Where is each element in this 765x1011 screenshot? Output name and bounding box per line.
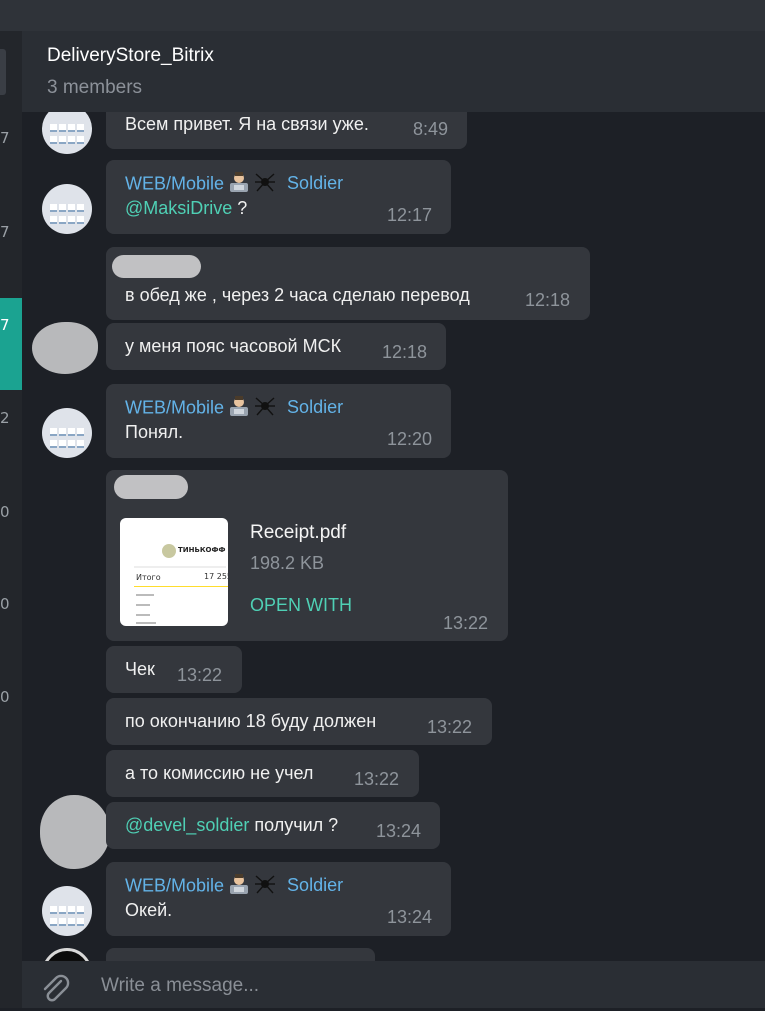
sidebar-unread-count: 7 <box>0 223 9 241</box>
sender-name-part: Soldier <box>287 875 344 896</box>
avatar[interactable] <box>42 886 92 936</box>
technologist-emoji-icon <box>228 172 250 197</box>
sidebar-chat-item-active[interactable] <box>0 298 22 390</box>
file-message-bubble[interactable]: ТИНЬКОФФ Итого 17 255 Receipt.pdf 198.2 … <box>106 470 508 641</box>
redacted-sender-name <box>114 475 188 499</box>
technologist-emoji-icon <box>228 874 250 899</box>
chat-members-count: 3 members <box>47 77 143 98</box>
sender-name-part: WEB/Mobile <box>125 173 225 194</box>
avatar[interactable] <box>42 184 92 234</box>
message-bubble[interactable]: по окончанию 18 буду должен 13:22 <box>106 698 492 745</box>
message-text: @MaksiDrive ? <box>125 198 248 218</box>
message-list[interactable]: Всем привет. Я на связи уже. 8:49 WEB/Mo… <box>22 112 765 961</box>
sender-name-part: WEB/Mobile <box>125 875 225 896</box>
avatar[interactable] <box>32 322 98 374</box>
message-time: 13:22 <box>354 769 400 789</box>
message-text: Окей. <box>125 900 173 920</box>
message-bubble[interactable]: а то комиссию не учел 13:22 <box>106 750 419 797</box>
message-time: 13:24 <box>376 821 422 841</box>
message-time: 13:22 <box>443 613 489 633</box>
spider-emoji-icon <box>254 874 276 899</box>
sender-name[interactable]: WEB/Mobile Soldier <box>125 396 343 421</box>
mention-link[interactable]: @devel_soldier <box>125 815 249 835</box>
window-top-bar <box>0 0 765 31</box>
sidebar-unread-count: 7 <box>0 316 9 334</box>
bank-logo-icon <box>162 544 176 558</box>
message-input[interactable] <box>101 971 741 1001</box>
message-bubble[interactable]: Всем привет. Я на связи уже. 8:49 <box>106 112 467 149</box>
message-bubble[interactable]: у меня пояс часовой МСК 12:18 <box>106 323 446 370</box>
sidebar-unread-count: 0 <box>0 688 9 706</box>
message-time: 12:18 <box>382 342 428 362</box>
message-bubble[interactable]: @devel_soldier получил ? 13:24 <box>106 802 440 849</box>
message-text: Чек <box>125 659 155 679</box>
technologist-emoji-icon <box>228 396 250 421</box>
message-time: 12:20 <box>387 429 433 449</box>
chat-title[interactable]: DeliveryStore_Bitrix <box>47 45 214 67</box>
receipt-total-label: Итого <box>136 573 161 582</box>
sender-name[interactable]: WEB/Mobile Soldier <box>125 874 343 899</box>
file-thumbnail[interactable]: ТИНЬКОФФ Итого 17 255 <box>120 518 228 626</box>
avatar[interactable] <box>42 408 92 458</box>
message-text: а то комиссию не учел <box>125 763 314 783</box>
paperclip-icon[interactable] <box>39 973 73 1007</box>
message-time: 12:18 <box>525 290 571 310</box>
message-bubble[interactable]: Чек 13:22 <box>106 646 242 693</box>
avatar[interactable] <box>42 948 92 961</box>
sender-name-part: Soldier <box>287 397 344 418</box>
avatar[interactable] <box>42 112 92 154</box>
mention-link[interactable]: @MaksiDrive <box>125 198 232 218</box>
message-text: Всем привет. Я на связи уже. <box>125 114 369 134</box>
sidebar-unread-count: 0 <box>0 595 9 613</box>
message-bubble[interactable]: в обед же , через 2 часа сделаю перевод … <box>106 247 590 320</box>
sidebar-unread-count: 2 <box>0 409 9 427</box>
message-bubble[interactable] <box>106 948 375 961</box>
sender-name[interactable]: WEB/Mobile Soldier <box>125 172 343 197</box>
message-composer <box>22 961 765 1008</box>
sender-name-part: WEB/Mobile <box>125 397 225 418</box>
sender-name-part: Soldier <box>287 173 344 194</box>
message-text: @devel_soldier получил ? <box>125 815 339 835</box>
avatar[interactable] <box>40 795 110 869</box>
message-time: 8:49 <box>413 119 449 139</box>
receipt-brand: ТИНЬКОФФ <box>178 546 226 554</box>
message-bubble[interactable]: WEB/Mobile Soldier Окей. 13:24 <box>106 862 451 936</box>
chat-header[interactable]: DeliveryStore_Bitrix 3 members <box>22 31 765 112</box>
open-with-button[interactable]: OPEN WITH <box>250 595 352 616</box>
spider-emoji-icon <box>254 396 276 421</box>
message-bubble[interactable]: WEB/Mobile Soldier @MaksiDrive ? 12:17 <box>106 160 451 234</box>
chat-list-sidebar[interactable]: 7 7 7 2 0 0 0 <box>0 31 22 1008</box>
message-time: 12:17 <box>387 205 433 225</box>
sidebar-unread-count: 7 <box>0 129 9 147</box>
message-text: Понял. <box>125 422 184 442</box>
message-time: 13:22 <box>427 717 473 737</box>
message-text: в обед же , через 2 часа сделаю перевод <box>125 285 470 305</box>
message-text: у меня пояс часовой МСК <box>125 336 342 356</box>
sidebar-unread-count: 0 <box>0 503 9 521</box>
receipt-total-value: 17 255 <box>204 572 228 581</box>
message-bubble[interactable]: WEB/Mobile Soldier Понял. 12:20 <box>106 384 451 458</box>
spider-emoji-icon <box>254 172 276 197</box>
redacted-sender-name <box>112 255 201 278</box>
message-time: 13:22 <box>177 665 223 685</box>
message-time: 13:24 <box>387 907 433 927</box>
file-name[interactable]: Receipt.pdf <box>250 522 346 544</box>
message-text: по окончанию 18 буду должен <box>125 711 377 731</box>
sidebar-chat-item[interactable] <box>0 49 6 95</box>
file-size: 198.2 KB <box>250 553 325 573</box>
